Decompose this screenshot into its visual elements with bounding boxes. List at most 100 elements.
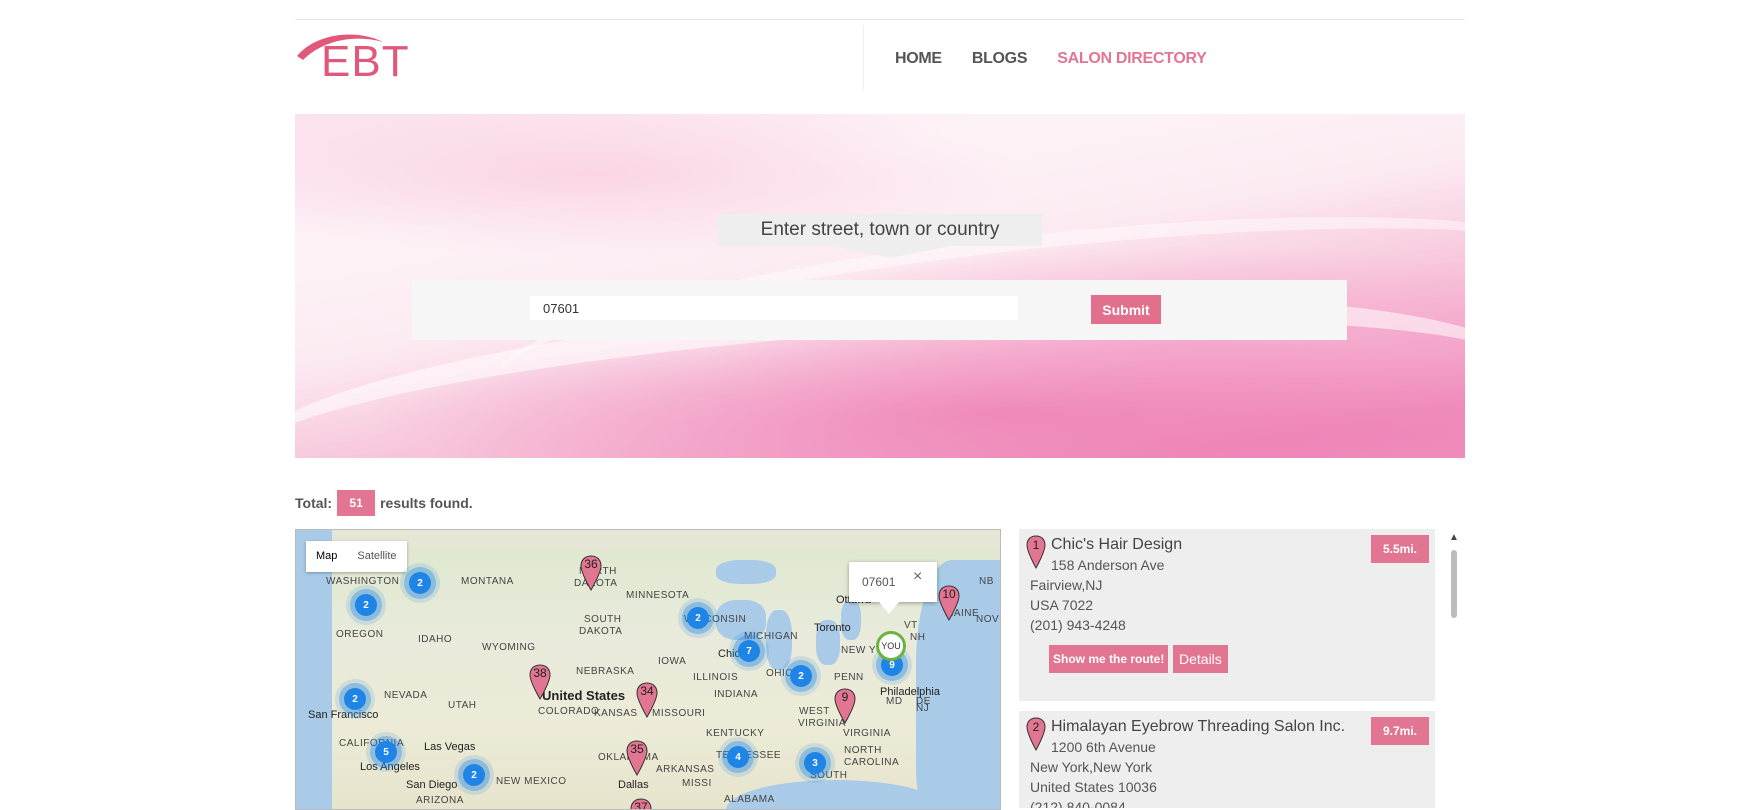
state-label: VIRGINIA xyxy=(843,728,891,739)
salon-name: Himalayan Eyebrow Threading Salon Inc. xyxy=(1051,718,1346,735)
state-label: DAKOTA xyxy=(579,626,623,637)
map-pin[interactable]: 37 xyxy=(630,798,652,809)
salon-card: 1 Chic's Hair Design 5.5mi. 158 Anderson… xyxy=(1019,529,1435,701)
logo[interactable]: EBT xyxy=(295,28,415,88)
nav-home[interactable]: HOME xyxy=(895,50,942,68)
salon-name: Chic's Hair Design xyxy=(1051,536,1183,553)
state-label: NB xyxy=(979,576,994,587)
country-label: United States xyxy=(542,688,626,703)
nav-blogs[interactable]: BLOGS xyxy=(972,50,1028,68)
search-prompt: Enter street, town or country xyxy=(718,214,1042,246)
city-label: Toronto xyxy=(814,622,851,634)
map-pin[interactable]: 38 xyxy=(529,664,551,700)
state-label: NORTH xyxy=(844,745,882,756)
scroll-thumb[interactable] xyxy=(1451,550,1457,618)
state-label: NH xyxy=(910,632,926,643)
results-suffix: results found. xyxy=(380,495,473,511)
map-cluster[interactable]: 3 xyxy=(804,752,826,774)
salon-map[interactable]: Map Satellite WASHINGTON MONTANA NORTH D… xyxy=(295,529,1001,810)
results-prefix: Total: xyxy=(295,495,333,511)
state-label: CAROLINA xyxy=(844,757,900,768)
state-label: NEVADA xyxy=(384,690,428,701)
map-lake xyxy=(716,560,776,584)
hero-banner: Enter street, town or country Submit xyxy=(295,114,1465,458)
salon-country: USA 7022 xyxy=(1030,597,1094,613)
state-label: IOWA xyxy=(658,656,687,667)
you-marker[interactable]: YOU xyxy=(876,631,906,661)
map-cluster[interactable]: 2 xyxy=(355,594,377,616)
city-label: San Francisco xyxy=(308,709,379,721)
close-icon[interactable]: × xyxy=(913,568,922,586)
map-pin-number: 10 xyxy=(942,587,956,601)
state-label: ARIZONA xyxy=(416,795,464,806)
state-label: INDIANA xyxy=(714,689,759,700)
state-label: VT xyxy=(904,620,918,631)
map-cluster[interactable]: 2 xyxy=(687,607,709,629)
map-cluster[interactable]: 2 xyxy=(344,688,366,710)
info-window-tail xyxy=(879,602,899,614)
state-label: COLORADO xyxy=(538,706,600,717)
distance-badge: 9.7mi. xyxy=(1371,717,1429,745)
map-pin-number: 38 xyxy=(533,666,547,680)
search-prompt-arrow xyxy=(831,246,951,258)
map-cluster[interactable]: 2 xyxy=(463,764,485,786)
city-label: Dallas xyxy=(618,779,649,791)
results-scrollbar[interactable]: ▲ xyxy=(1448,532,1459,808)
results-count-badge: 51 xyxy=(337,490,376,516)
state-label: WASHINGTON xyxy=(326,576,400,587)
state-label: NOV xyxy=(976,614,1000,625)
state-label: KENTUCKY xyxy=(706,728,765,739)
state-label: MISSOURI xyxy=(652,708,706,719)
salon-country: United States 10036 xyxy=(1030,779,1157,795)
scroll-up-icon[interactable]: ▲ xyxy=(1449,532,1459,543)
salon-phone: (201) 943-4248 xyxy=(1030,617,1126,633)
state-label: NEBRASKA xyxy=(576,666,635,677)
map-info-window: 07601 × xyxy=(849,562,937,614)
map-lake xyxy=(841,600,861,640)
salon-results-list: 1 Chic's Hair Design 5.5mi. 158 Anderson… xyxy=(1019,529,1435,808)
state-label: ILLINOIS xyxy=(693,672,739,683)
state-label: KANSAS xyxy=(594,708,638,719)
submit-button[interactable]: Submit xyxy=(1091,295,1161,324)
state-label: NJ xyxy=(916,703,930,714)
state-label: MISSI xyxy=(682,778,712,789)
map-pin[interactable]: 10 xyxy=(938,585,960,621)
map-type-map[interactable]: Map xyxy=(306,541,347,572)
state-label: ALABAMA xyxy=(724,794,775,805)
map-cluster[interactable]: 2 xyxy=(409,572,431,594)
map-pin[interactable]: 34 xyxy=(636,682,658,718)
location-search-input[interactable] xyxy=(530,296,1018,320)
state-label: PENN xyxy=(834,672,864,683)
state-label: ARKANSAS xyxy=(656,764,715,775)
map-pin[interactable]: 36 xyxy=(580,555,602,591)
city-label: Los Angeles xyxy=(360,761,420,773)
results-summary: Total: 51 results found. xyxy=(295,490,473,516)
salon-number: 1 xyxy=(1032,538,1040,552)
city-label: Philadelphia xyxy=(880,686,940,698)
salon-number: 2 xyxy=(1032,720,1040,734)
map-cluster[interactable]: 7 xyxy=(738,640,760,662)
state-label: MINNESOTA xyxy=(626,590,690,601)
map-pin-number: 9 xyxy=(841,690,849,704)
main-nav: HOME BLOGS SALON DIRECTORY xyxy=(895,50,1207,68)
map-cluster[interactable]: 2 xyxy=(790,665,812,687)
show-route-button[interactable]: Show me the route! xyxy=(1049,645,1169,673)
details-button[interactable]: Details xyxy=(1173,645,1228,673)
salon-card: 2 Himalayan Eyebrow Threading Salon Inc.… xyxy=(1019,711,1435,808)
site-header: EBT HOME BLOGS SALON DIRECTORY xyxy=(295,20,1465,114)
state-label: WYOMING xyxy=(482,642,536,653)
distance-badge: 5.5mi. xyxy=(1371,535,1429,563)
nav-salon-directory[interactable]: SALON DIRECTORY xyxy=(1057,50,1207,68)
state-label: WEST xyxy=(799,706,830,717)
map-type-satellite[interactable]: Satellite xyxy=(347,541,406,572)
map-pin[interactable]: 35 xyxy=(626,740,648,776)
salon-street: 158 Anderson Ave xyxy=(1051,557,1165,573)
logo-text: EBT xyxy=(321,37,410,86)
map-pin[interactable]: 9 xyxy=(834,688,856,724)
state-label: UTAH xyxy=(448,700,477,711)
state-label: IDAHO xyxy=(418,634,453,645)
state-label: MONTANA xyxy=(461,576,514,587)
map-cluster[interactable]: 5 xyxy=(375,741,397,763)
map-cluster[interactable]: 4 xyxy=(727,746,749,768)
city-label: San Diego xyxy=(406,779,458,791)
